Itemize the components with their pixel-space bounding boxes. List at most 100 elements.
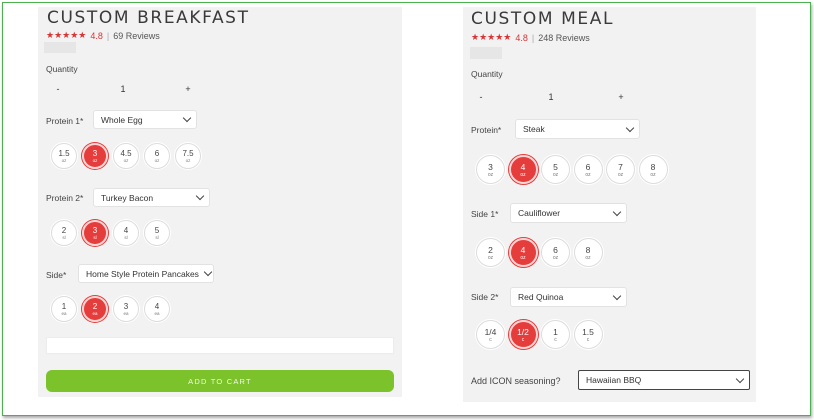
- quantity-stepper: - 1 +: [48, 82, 198, 96]
- rating-value: 4.8: [515, 32, 528, 43]
- size-option-button[interactable]: 3 oz: [476, 155, 505, 184]
- size-option-button[interactable]: 1 ea: [51, 296, 77, 322]
- quantity-stepper: - 1 +: [471, 88, 631, 105]
- quantity-input[interactable]: 1: [548, 92, 553, 102]
- size-option-unit: oz: [487, 254, 494, 261]
- size-option-button[interactable]: 4 oz: [508, 238, 538, 267]
- size-option-button[interactable]: 2 ea: [82, 296, 108, 322]
- product-rating[interactable]: ★★★★★ 4.8 | 69 Reviews: [46, 30, 160, 41]
- size-option-button[interactable]: 5 oz: [541, 155, 570, 184]
- size-option-amount: 7: [618, 161, 623, 172]
- protein-label: Protein*: [471, 125, 502, 135]
- size-option-unit: oz: [585, 171, 591, 178]
- seasoning-label: Add ICON seasoning?: [471, 376, 561, 386]
- side1-selected-value: Cauliflower: [518, 208, 561, 218]
- add-to-cart-button[interactable]: ADD TO CART: [46, 370, 394, 392]
- size-option-amount: 4: [154, 301, 160, 311]
- size-option-amount: 2: [61, 225, 67, 235]
- size-option-button[interactable]: 1/2 c: [508, 320, 538, 349]
- size-option-button[interactable]: 4.5 oz: [113, 143, 139, 169]
- seasoning-selected-value: Hawaiian BBQ: [586, 375, 642, 385]
- size-option-button[interactable]: 6 oz: [144, 143, 170, 169]
- size-option-amount: 1/2: [517, 326, 529, 337]
- size-option-unit: ea: [92, 310, 98, 316]
- size-option-button[interactable]: 6 oz: [541, 238, 570, 267]
- seasoning-select[interactable]: Hawaiian BBQ: [578, 370, 750, 390]
- size-option-amount: 2: [488, 244, 493, 255]
- notes-field[interactable]: [46, 337, 394, 354]
- side2-select[interactable]: Red Quinoa: [510, 287, 627, 307]
- protein1-select[interactable]: Whole Egg: [93, 110, 197, 129]
- size-option-unit: oz: [92, 157, 98, 163]
- size-option-button[interactable]: 5 sl: [144, 220, 170, 246]
- size-option-unit: oz: [552, 171, 559, 178]
- quantity-input[interactable]: 1: [120, 84, 125, 94]
- size-option-unit: oz: [617, 171, 624, 178]
- size-option-amount: 6: [585, 161, 591, 172]
- protein2-label: Protein 2*: [46, 193, 84, 203]
- rating-stars-icon: ★★★★★: [471, 32, 512, 42]
- size-option-unit: oz: [552, 254, 559, 261]
- size-option-amount: 1.5: [582, 326, 594, 337]
- rating-stars-icon: ★★★★★: [46, 30, 87, 40]
- side1-label: Side 1*: [471, 209, 499, 219]
- size-option-button[interactable]: 8 oz: [638, 155, 668, 184]
- size-option-button[interactable]: 4 sl: [113, 220, 139, 246]
- custom-meal-panel: CUSTOM MEAL ★★★★★ 4.8 | 248 Reviews Quan…: [463, 7, 756, 402]
- size-option-button[interactable]: 3 oz: [82, 143, 108, 169]
- size-option-button[interactable]: 8 oz: [573, 238, 603, 267]
- size-option-button[interactable]: 1.5 oz: [51, 143, 77, 169]
- size-option-button[interactable]: 3 ea: [113, 296, 139, 322]
- size-option-button[interactable]: 2 sl: [51, 220, 77, 246]
- price-placeholder: [470, 47, 502, 59]
- quantity-decrement-button[interactable]: -: [471, 92, 491, 102]
- size-option-button[interactable]: 7.5 oz: [175, 143, 201, 169]
- size-option-amount: 6: [553, 244, 558, 255]
- size-option-unit: oz: [520, 254, 526, 261]
- size-option-amount: 4: [520, 244, 526, 255]
- side-size-options: 1 ea 2 ea 3 ea 4 ea: [51, 296, 175, 322]
- size-option-unit: ea: [123, 310, 129, 316]
- quantity-decrement-button[interactable]: -: [48, 84, 68, 94]
- size-option-button[interactable]: 1c: [541, 320, 570, 349]
- size-option-button[interactable]: 7 oz: [606, 155, 635, 184]
- size-option-unit: sl: [62, 234, 66, 240]
- size-option-button[interactable]: 6 oz: [573, 155, 603, 184]
- quantity-increment-button[interactable]: +: [611, 92, 631, 102]
- size-option-amount: 3: [488, 161, 493, 172]
- product-rating[interactable]: ★★★★★ 4.8 | 248 Reviews: [471, 32, 590, 43]
- protein-size-options: 3 oz 4 oz 5 oz 6 oz 7 oz 8 oz: [476, 155, 671, 184]
- side-label: Side*: [46, 270, 67, 280]
- product-title: CUSTOM BREAKFAST: [47, 8, 250, 28]
- quantity-increment-button[interactable]: +: [178, 84, 198, 94]
- side-select[interactable]: Home Style Protein Pancakes: [78, 264, 214, 283]
- size-option-amount: 2: [92, 301, 98, 311]
- size-option-amount: 3: [92, 225, 98, 235]
- size-option-amount: 7.5: [182, 148, 194, 158]
- protein-select[interactable]: Steak: [515, 119, 640, 139]
- size-option-unit: oz: [185, 157, 191, 163]
- protein2-select[interactable]: Turkey Bacon: [93, 188, 210, 207]
- side1-select[interactable]: Cauliflower: [510, 203, 627, 223]
- side1-size-options: 2 oz 4 oz 6 oz 8 oz: [476, 238, 606, 267]
- size-option-amount: 5: [553, 161, 558, 172]
- size-option-button[interactable]: 1/4 c: [476, 320, 505, 349]
- size-option-unit: oz: [154, 157, 160, 163]
- size-option-button[interactable]: 4 ea: [144, 296, 170, 322]
- size-option-amount: 4: [123, 225, 129, 235]
- size-option-button[interactable]: 3 sl: [82, 220, 108, 246]
- size-option-button[interactable]: 2 oz: [476, 238, 505, 267]
- chevron-down-icon: [203, 267, 213, 277]
- size-option-button[interactable]: 1.5 c: [573, 320, 603, 349]
- chevron-down-icon: [735, 374, 745, 383]
- rating-separator: |: [106, 30, 110, 41]
- protein1-label: Protein 1*: [46, 116, 84, 126]
- size-option-amount: 1: [553, 326, 558, 337]
- size-option-button[interactable]: 4 oz: [508, 155, 538, 184]
- size-option-unit: c: [521, 336, 525, 343]
- size-option-unit: oz: [520, 171, 526, 178]
- size-option-unit: ea: [154, 310, 160, 316]
- quantity-label: Quantity: [471, 69, 503, 79]
- size-option-amount: 4.5: [120, 148, 132, 158]
- protein1-size-options: 1.5 oz 3 oz 4.5 oz 6 oz 7.5 oz: [51, 143, 206, 169]
